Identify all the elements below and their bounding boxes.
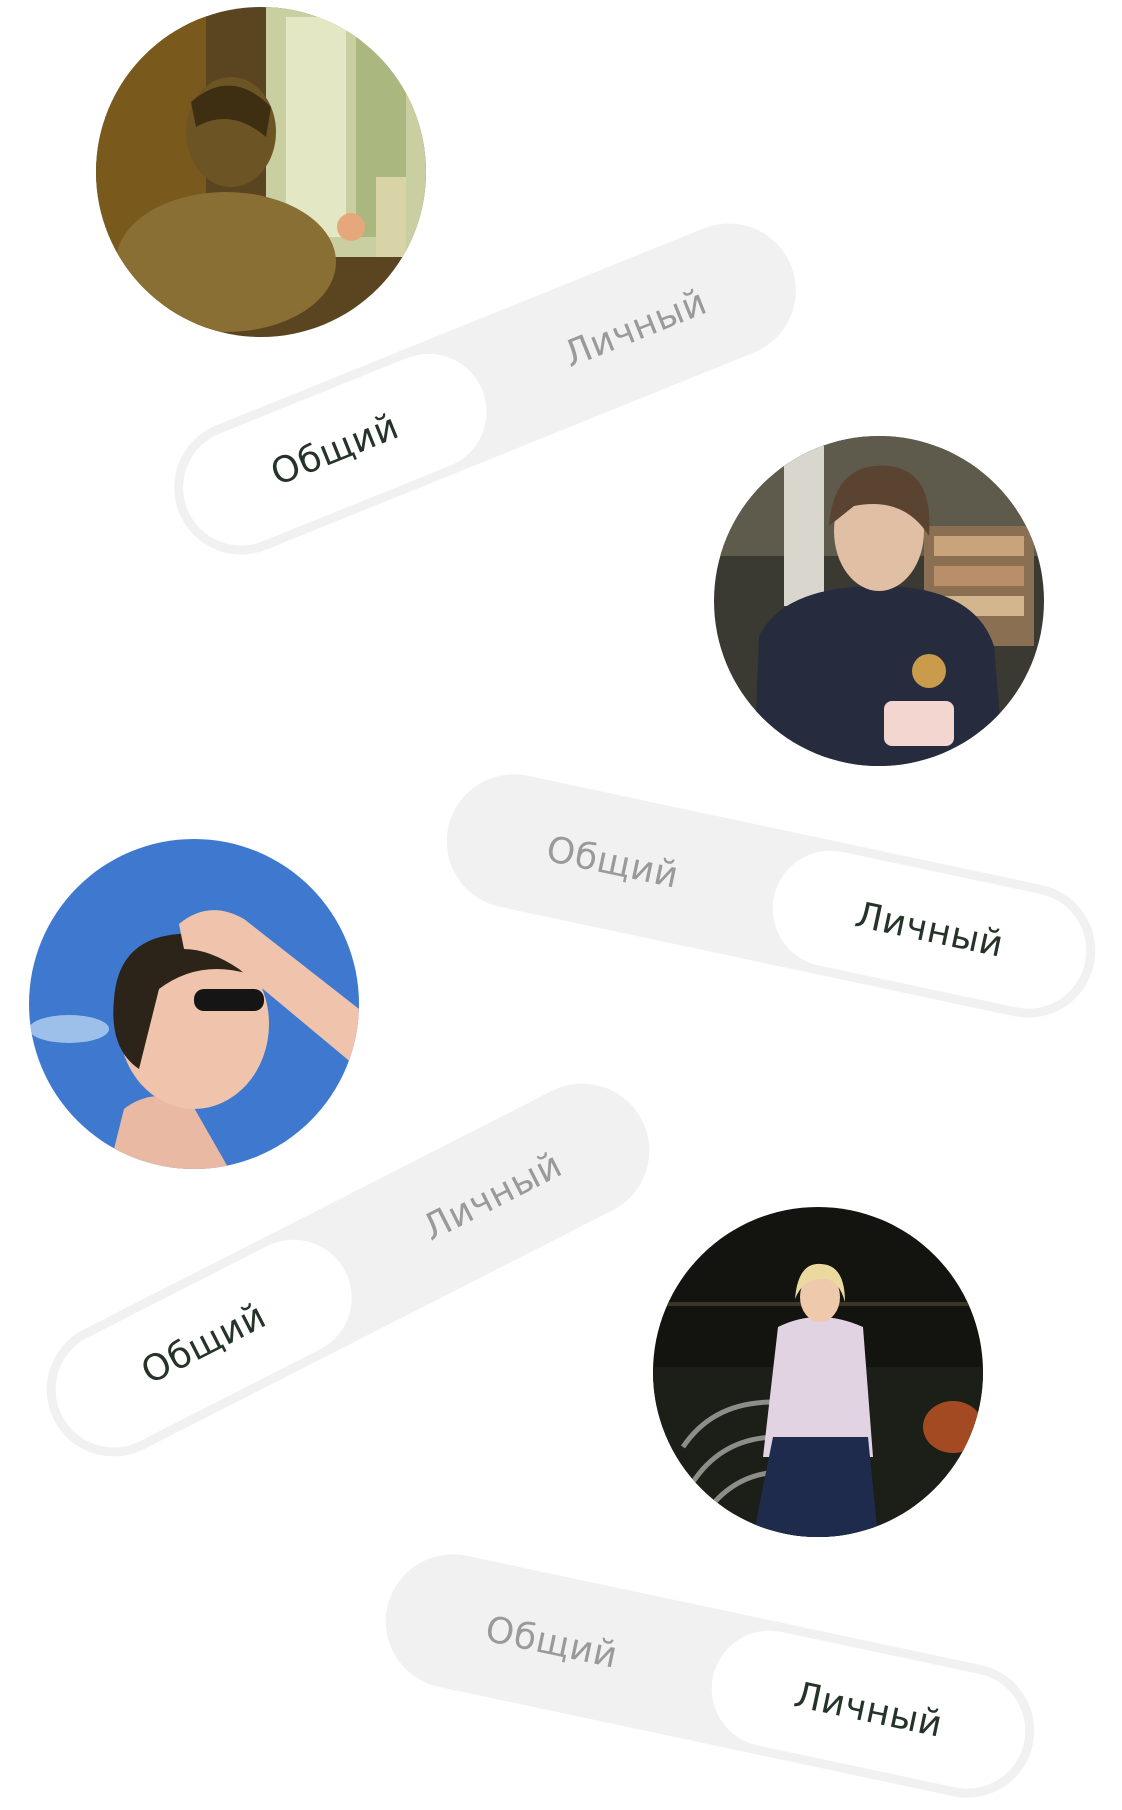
person-photo-icon bbox=[714, 436, 1044, 766]
avatar-3 bbox=[29, 839, 359, 1169]
person-photo-icon bbox=[653, 1207, 983, 1537]
avatar-2 bbox=[714, 436, 1044, 766]
scope-toggle-4[interactable]: Общий Личный bbox=[373, 1541, 1047, 1810]
toggle-option-personal[interactable]: Личный bbox=[761, 839, 1098, 1020]
person-photo-icon bbox=[96, 7, 426, 337]
toggle-option-personal[interactable]: Личный bbox=[324, 1073, 660, 1321]
toggle-option-personal[interactable]: Личный bbox=[466, 215, 804, 442]
toggle-option-general[interactable]: Общий bbox=[165, 336, 504, 564]
toggle-option-general[interactable]: Общий bbox=[384, 1553, 719, 1733]
avatar-4 bbox=[653, 1207, 983, 1537]
toggle-option-general[interactable]: Общий bbox=[445, 773, 780, 953]
avatar-1 bbox=[96, 7, 426, 337]
toggle-option-personal[interactable]: Личный bbox=[700, 1619, 1037, 1800]
toggle-option-general[interactable]: Общий bbox=[35, 1219, 372, 1468]
person-photo-icon bbox=[29, 839, 359, 1169]
scope-toggle-2[interactable]: Общий Личный bbox=[434, 761, 1108, 1031]
